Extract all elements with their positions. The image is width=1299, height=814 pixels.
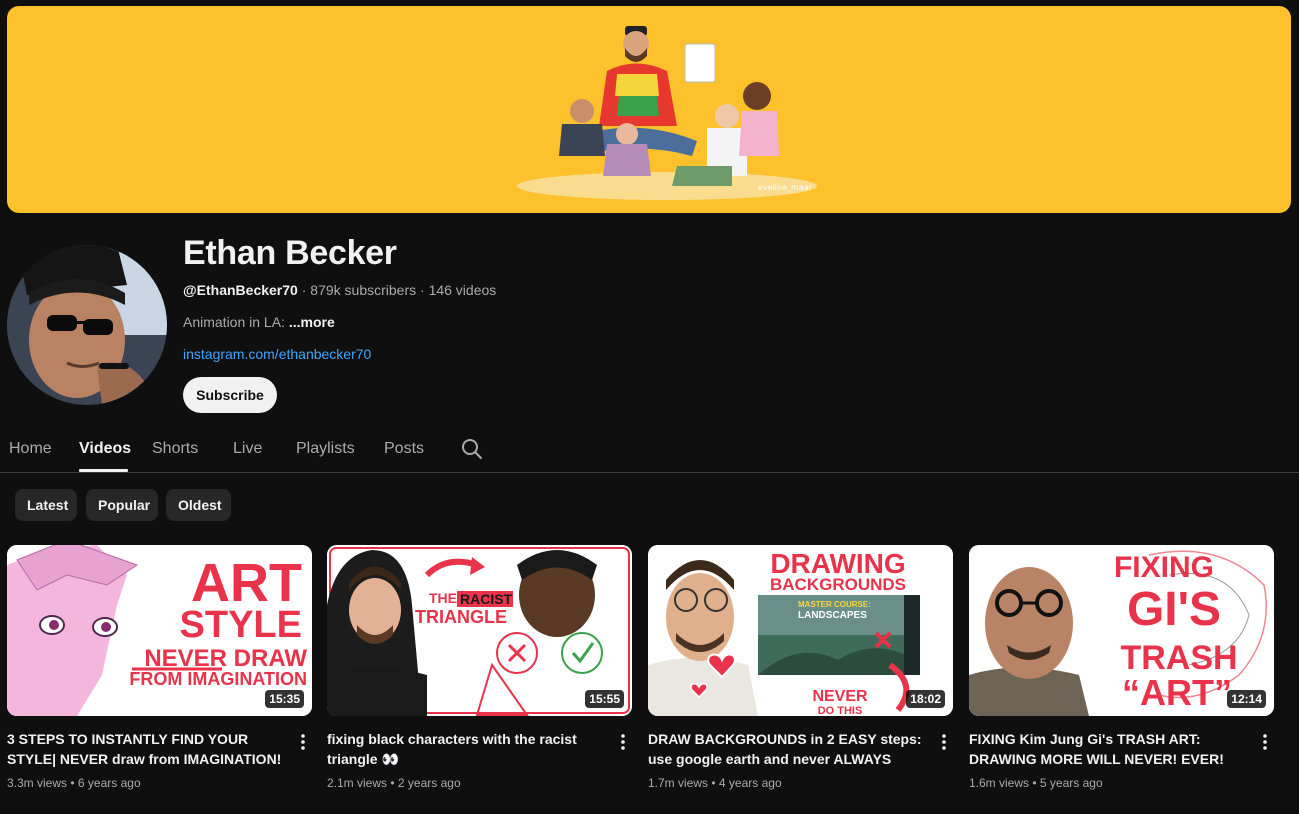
view-count: 3.3m views	[7, 776, 68, 790]
thumb-text: THE	[429, 590, 457, 606]
video-stats: 1.7m views • 4 years ago	[648, 776, 782, 790]
thumb-text: FROM IMAGINATION	[129, 669, 307, 689]
view-count: 1.7m views	[648, 776, 709, 790]
upload-age: 4 years ago	[718, 776, 782, 790]
description-text: Animation in LA:	[183, 314, 289, 330]
chip-oldest[interactable]: Oldest	[166, 489, 231, 521]
view-count: 2.1m views	[327, 776, 388, 790]
video-card[interactable]: ART STYLE NEVER DRAW FROM IMAGINATION 15…	[7, 545, 312, 790]
channel-avatar[interactable]	[7, 245, 167, 405]
upload-age: 5 years ago	[1039, 776, 1103, 790]
meta-separator: ·	[420, 282, 429, 298]
more-options-icon[interactable]	[613, 732, 633, 752]
thumb-text: DO THIS	[818, 705, 863, 716]
video-duration: 18:02	[906, 690, 945, 708]
upload-age: 6 years ago	[77, 776, 141, 790]
thumb-text: GI'S	[1127, 583, 1221, 636]
thumb-text: STYLE	[180, 604, 302, 646]
subscribe-button[interactable]: Subscribe	[183, 377, 277, 413]
video-card[interactable]: FIXING GI'S TRASH “ART” 12:14 FIXING Kim…	[969, 545, 1274, 790]
thumb-text: FIXING	[1114, 551, 1214, 584]
banner-watermark: evelina_maar	[758, 183, 812, 192]
avatar-image	[7, 245, 167, 405]
search-icon[interactable]	[460, 437, 484, 461]
tab-live[interactable]: Live	[233, 440, 262, 458]
video-title[interactable]: fixing black characters with the racist …	[327, 729, 607, 769]
channel-name: Ethan Becker	[183, 234, 397, 272]
tab-posts[interactable]: Posts	[384, 440, 424, 458]
video-stats: 3.3m views • 6 years ago	[7, 776, 141, 790]
meta-separator: ·	[301, 282, 311, 298]
video-stats: 1.6m views • 5 years ago	[969, 776, 1103, 790]
video-duration: 15:35	[265, 690, 304, 708]
subscriber-count: 879k subscribers	[310, 282, 417, 298]
more-options-icon[interactable]	[1255, 732, 1275, 752]
channel-banner: evelina_maar	[7, 6, 1291, 213]
active-tab-indicator	[79, 469, 128, 472]
channel-description: Animation in LA: ...more	[183, 314, 335, 330]
video-title[interactable]: FIXING Kim Jung Gi's TRASH ART: DRAWING …	[969, 729, 1249, 769]
video-thumbnail[interactable]: DRAWING BACKGROUNDS MASTER COURSE: LANDS…	[648, 545, 953, 716]
thumb-text: “ART”	[1122, 672, 1232, 713]
channel-handle: @EthanBecker70	[183, 282, 298, 298]
video-title[interactable]: DRAW BACKGROUNDS in 2 EASY steps: use go…	[648, 729, 928, 769]
tab-playlists[interactable]: Playlists	[296, 440, 355, 458]
chip-latest[interactable]: Latest	[15, 489, 77, 521]
upload-age: 2 years ago	[397, 776, 461, 790]
thumb-text: LANDSCAPES	[798, 610, 867, 621]
banner-illustration	[517, 26, 817, 200]
more-options-icon[interactable]	[293, 732, 313, 752]
thumb-text: MASTER COURSE:	[798, 600, 871, 609]
thumb-text: RACIST	[460, 591, 513, 607]
video-thumbnail[interactable]: THE RACIST TRIANGLE 15:55	[327, 545, 632, 716]
more-link[interactable]: ...more	[289, 314, 335, 330]
tab-shorts[interactable]: Shorts	[152, 440, 198, 458]
video-card[interactable]: DRAWING BACKGROUNDS MASTER COURSE: LANDS…	[648, 545, 953, 790]
video-title[interactable]: 3 STEPS TO INSTANTLY FIND YOUR STYLE| NE…	[7, 729, 287, 769]
more-options-icon[interactable]	[934, 732, 954, 752]
video-thumbnail[interactable]: FIXING GI'S TRASH “ART” 12:14	[969, 545, 1274, 716]
video-stats: 2.1m views • 2 years ago	[327, 776, 461, 790]
thumb-text: NEVER	[812, 688, 868, 705]
tab-home[interactable]: Home	[9, 440, 52, 458]
tab-videos[interactable]: Videos	[79, 440, 131, 458]
channel-tabs: Home Videos Shorts Live Playlists Posts	[0, 428, 1299, 473]
chip-popular[interactable]: Popular	[86, 489, 158, 521]
view-count: 1.6m views	[969, 776, 1030, 790]
channel-meta: @EthanBecker70 · 879k subscribers · 146 …	[183, 282, 496, 298]
channel-external-link[interactable]: instagram.com/ethanbecker70	[183, 346, 371, 362]
video-thumbnail[interactable]: ART STYLE NEVER DRAW FROM IMAGINATION 15…	[7, 545, 312, 716]
video-count: 146 videos	[428, 282, 497, 298]
thumb-text: BACKGROUNDS	[770, 575, 906, 594]
thumb-text: TRIANGLE	[415, 607, 507, 627]
video-duration: 12:14	[1227, 690, 1266, 708]
video-card[interactable]: THE RACIST TRIANGLE 15:55 fixing black c…	[327, 545, 632, 790]
video-duration: 15:55	[585, 690, 624, 708]
